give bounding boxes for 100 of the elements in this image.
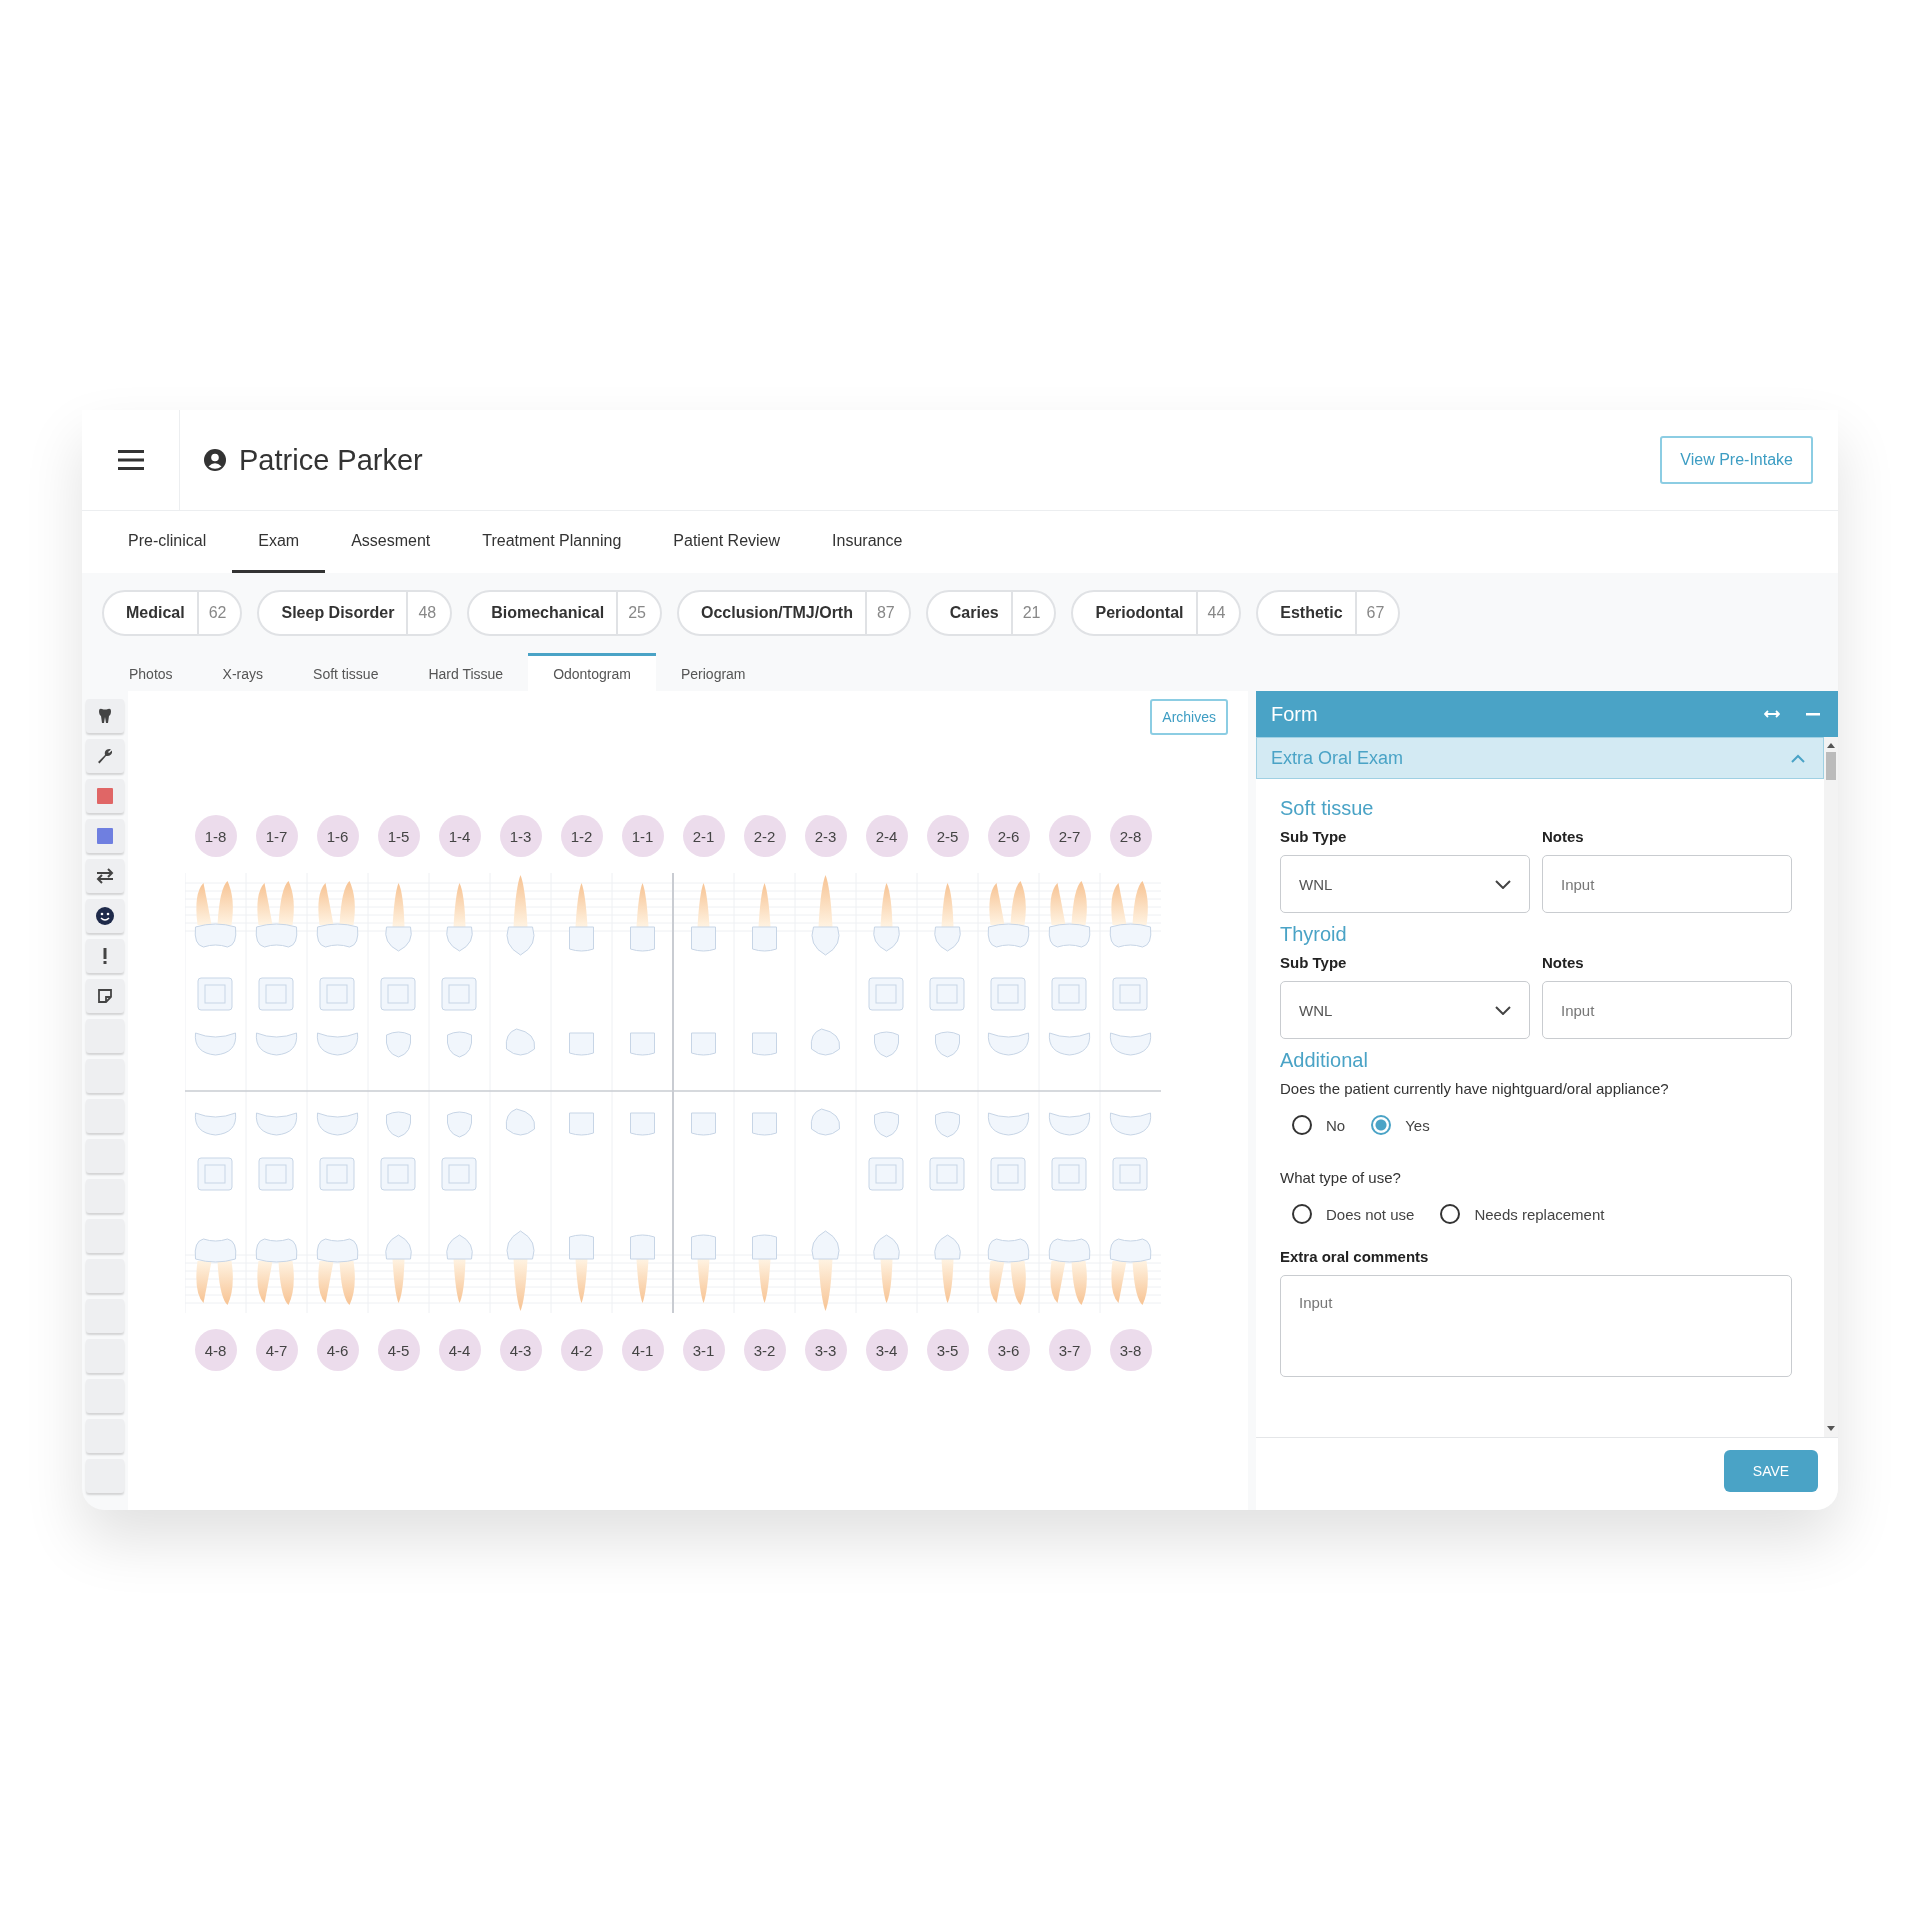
- question-text: Does the patient currently have nightguard/oral appliance?: [1280, 1080, 1670, 1097]
- radio-option[interactable]: Does not use: [1292, 1204, 1415, 1224]
- radio-option[interactable]: No: [1292, 1115, 1346, 1135]
- sub-tab[interactable]: X-rays: [197, 653, 289, 691]
- tooth-number[interactable]: 2-4: [865, 815, 908, 857]
- tooth-number[interactable]: 2-6: [987, 815, 1030, 857]
- tooth-number[interactable]: 4-2: [560, 1329, 603, 1371]
- category-chip[interactable]: Medical 62: [102, 590, 243, 636]
- exclamation-icon: [103, 948, 107, 964]
- chevron-down-icon: [1495, 1005, 1511, 1015]
- tooth-icon: [98, 708, 112, 724]
- scroll-down-icon[interactable]: [1827, 1426, 1835, 1431]
- sub-tab[interactable]: Odontogram: [528, 653, 656, 691]
- patient-name: Patrice Parker: [239, 443, 423, 477]
- tooth-number[interactable]: 2-3: [804, 815, 847, 857]
- tool-button[interactable]: [86, 699, 124, 733]
- form-title: Form: [1271, 702, 1319, 726]
- field-label: Extra oral comments: [1280, 1248, 1430, 1265]
- scrollbar-thumb[interactable]: [1826, 752, 1836, 780]
- tooth-number[interactable]: 1-7: [255, 815, 298, 857]
- scroll-up-icon[interactable]: [1827, 743, 1835, 748]
- tab[interactable]: Insurance: [806, 511, 929, 573]
- note-icon: [97, 988, 113, 1004]
- radio-button[interactable]: [1292, 1115, 1312, 1135]
- tooth-number[interactable]: 4-1: [621, 1329, 664, 1371]
- tool-button[interactable]: [86, 979, 124, 1013]
- tooth-number[interactable]: 1-2: [560, 815, 603, 857]
- tab[interactable]: Exam: [232, 511, 326, 573]
- tooth-number[interactable]: 1-8: [194, 815, 237, 857]
- tooth-number[interactable]: 2-2: [743, 815, 786, 857]
- tooth-number[interactable]: 3-3: [804, 1329, 847, 1371]
- notes-field[interactable]: Input: [1542, 855, 1792, 913]
- category-chip[interactable]: Occlusion/TMJ/Orth 87: [676, 590, 911, 636]
- tooth-number[interactable]: 3-8: [1109, 1329, 1152, 1371]
- tooth-number[interactable]: 3-6: [987, 1329, 1030, 1371]
- comments-field[interactable]: Input: [1280, 1275, 1792, 1377]
- smiley-icon: [96, 907, 114, 925]
- tab[interactable]: Pre-clinical: [102, 511, 233, 573]
- tooth-number[interactable]: 4-5: [377, 1329, 420, 1371]
- question-text: What type of use?: [1280, 1169, 1402, 1186]
- swap-arrows-icon: [96, 868, 114, 884]
- sub-tab[interactable]: Periogram: [655, 653, 771, 691]
- tooth-number[interactable]: 2-1: [682, 815, 725, 857]
- tooth-number[interactable]: 4-3: [499, 1329, 542, 1371]
- notes-field[interactable]: Input: [1542, 981, 1792, 1039]
- color-swatch-icon: [97, 828, 113, 844]
- tool-button[interactable]: [86, 899, 124, 933]
- tooth-number[interactable]: 2-7: [1048, 815, 1091, 857]
- tooth-number[interactable]: 1-1: [621, 815, 664, 857]
- chevron-up-icon: [1791, 753, 1805, 763]
- tooth-number[interactable]: 1-3: [499, 815, 542, 857]
- wrench-icon: [97, 748, 113, 764]
- tooth-number[interactable]: 3-1: [682, 1329, 725, 1371]
- group-title: Soft tissue: [1280, 797, 1375, 820]
- radio-button[interactable]: [1292, 1204, 1312, 1224]
- chevron-down-icon: [1495, 879, 1511, 889]
- scrollbar-track[interactable]: [1824, 737, 1838, 1437]
- sub-type-dropdown[interactable]: WNL: [1280, 855, 1530, 913]
- radio-button[interactable]: [1371, 1115, 1392, 1135]
- tab[interactable]: Assesment: [325, 511, 457, 573]
- sub-tab[interactable]: Photos: [104, 653, 198, 691]
- tooth-number[interactable]: 3-7: [1048, 1329, 1091, 1371]
- tooth-number[interactable]: 3-5: [926, 1329, 969, 1371]
- tab[interactable]: Patient Review: [647, 511, 807, 573]
- tab[interactable]: Treatment Planning: [456, 511, 648, 573]
- category-chip[interactable]: Sleep Disorder 48: [257, 590, 453, 636]
- field-label: Sub Type: [1280, 828, 1348, 845]
- category-chip[interactable]: Esthetic 67: [1256, 590, 1401, 636]
- field-label: Sub Type: [1280, 954, 1348, 971]
- category-chip[interactable]: Biomechanical 25: [467, 590, 662, 636]
- tooth-number[interactable]: 1-6: [316, 815, 359, 857]
- tooth-number[interactable]: 4-7: [255, 1329, 298, 1371]
- tooth-number[interactable]: 1-5: [377, 815, 420, 857]
- tool-button[interactable]: [86, 739, 124, 773]
- menu-icon[interactable]: [117, 449, 144, 471]
- field-label: Notes: [1542, 828, 1585, 845]
- tool-button[interactable]: [86, 939, 124, 973]
- sub-type-dropdown[interactable]: WNL: [1280, 981, 1530, 1039]
- category-chip[interactable]: Periodontal 44: [1071, 590, 1242, 636]
- tooth-number[interactable]: 4-4: [438, 1329, 481, 1371]
- minimize-icon[interactable]: [1806, 712, 1820, 716]
- group-title: Thyroid: [1280, 923, 1348, 946]
- tooth-number[interactable]: 2-8: [1109, 815, 1152, 857]
- tooth-number[interactable]: 4-8: [194, 1329, 237, 1371]
- tooth-number[interactable]: 1-4: [438, 815, 481, 857]
- radio-option[interactable]: Needs replacement: [1440, 1204, 1605, 1224]
- tooth-number[interactable]: 3-2: [743, 1329, 786, 1371]
- category-chip[interactable]: Caries 21: [925, 590, 1057, 636]
- tool-button[interactable]: [86, 859, 124, 893]
- sub-tab[interactable]: Hard Tissue: [403, 653, 529, 691]
- tooth-number[interactable]: 4-6: [316, 1329, 359, 1371]
- tooth-number[interactable]: 2-5: [926, 815, 969, 857]
- radio-button[interactable]: [1440, 1204, 1461, 1224]
- radio-option[interactable]: Yes: [1371, 1115, 1430, 1135]
- field-label: Notes: [1542, 954, 1585, 971]
- expand-horizontal-icon[interactable]: [1764, 709, 1780, 719]
- group-title: Additional: [1280, 1049, 1369, 1072]
- color-swatch-icon: [97, 788, 113, 804]
- sub-tab[interactable]: Soft tissue: [288, 653, 404, 691]
- tooth-number[interactable]: 3-4: [865, 1329, 908, 1371]
